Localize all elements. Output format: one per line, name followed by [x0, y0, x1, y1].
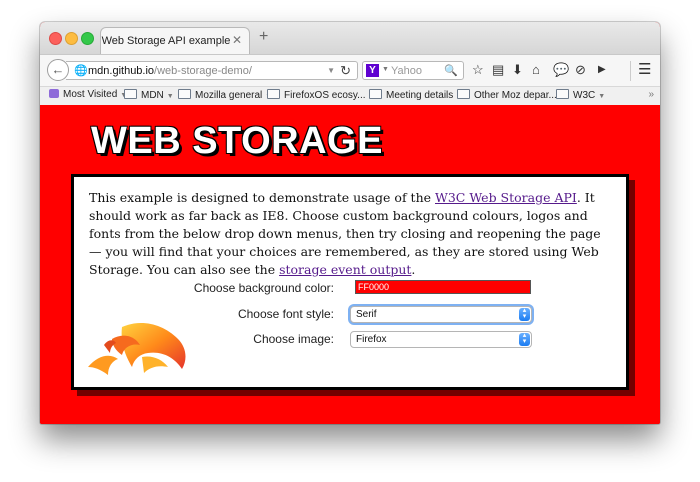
- bookmark-folder-other-moz[interactable]: Other Moz depar...▼: [457, 89, 567, 101]
- w3c-web-storage-link[interactable]: W3C Web Storage API: [435, 190, 577, 205]
- chevron-down-icon: ▼: [166, 93, 174, 100]
- bookmark-folder-meeting-details[interactable]: Meeting details▼: [369, 89, 463, 101]
- url-path: /web-storage-demo/: [154, 65, 252, 77]
- tab-active[interactable]: Web Storage API example ✕: [100, 27, 250, 54]
- content-panel: This example is designed to demonstrate …: [71, 174, 629, 390]
- url-history-dropdown-icon[interactable]: ▼: [327, 66, 335, 75]
- chevron-down-icon: ▼: [598, 93, 606, 100]
- bookmark-folder-w3c[interactable]: W3C ▼: [556, 89, 605, 101]
- search-magnifier-icon[interactable]: 🔍: [444, 64, 458, 77]
- font-style-select[interactable]: Serif ▴ ▾: [350, 306, 532, 323]
- new-tab-button[interactable]: +: [259, 28, 268, 46]
- tab-title: Web Storage API example: [101, 35, 231, 47]
- youtube-icon[interactable]: ▶: [598, 64, 606, 75]
- most-visited-icon: [49, 89, 59, 98]
- background-color-label: Choose background color:: [193, 281, 334, 295]
- tab-close-icon[interactable]: ✕: [232, 33, 242, 47]
- yahoo-search-engine-icon[interactable]: Y: [366, 64, 379, 77]
- no-script-icon[interactable]: ⊘: [575, 62, 586, 78]
- intro-paragraph: This example is designed to demonstrate …: [89, 190, 601, 277]
- select-arrows-icon: ▴ ▾: [519, 332, 530, 346]
- hamburger-menu-icon[interactable]: ☰: [638, 60, 651, 78]
- font-style-value: Serif: [356, 309, 377, 320]
- home-icon[interactable]: ⌂: [532, 62, 540, 77]
- url-host: mdn.github.io: [88, 65, 155, 77]
- bookmark-folder-firefoxos[interactable]: FirefoxOS ecosy...▼: [267, 89, 375, 101]
- folder-icon: [457, 89, 470, 99]
- background-color-input[interactable]: FF0000: [355, 280, 531, 294]
- window-minimize-button[interactable]: [65, 32, 78, 45]
- bookmark-folder-mdn[interactable]: MDN ▼: [124, 89, 174, 101]
- search-bar[interactable]: Y ▼ Yahoo 🔍: [362, 61, 464, 80]
- folder-icon: [178, 89, 191, 99]
- window-maximize-button[interactable]: [81, 32, 94, 45]
- image-value: Firefox: [356, 334, 387, 345]
- search-engine-dropdown-icon[interactable]: ▼: [382, 66, 389, 73]
- chat-icon[interactable]: 💬: [553, 62, 569, 78]
- bookmark-star-icon[interactable]: ☆: [472, 62, 484, 78]
- storage-event-output-link[interactable]: storage event output: [279, 262, 411, 277]
- folder-icon: [556, 89, 569, 99]
- bookmarks-toolbar: Most Visited▼ MDN▼ Mozilla general▼ Fire…: [40, 86, 660, 106]
- back-button[interactable]: ←: [47, 59, 69, 81]
- page-content: WEB STORAGE This example is designed to …: [40, 105, 660, 424]
- bookmark-most-visited[interactable]: Most Visited▼: [49, 89, 127, 100]
- image-select[interactable]: Firefox ▴ ▾: [350, 331, 532, 348]
- downloads-icon[interactable]: ⬇: [512, 62, 523, 78]
- site-identity-icon[interactable]: 🌐: [74, 64, 88, 77]
- tab-strip: Web Storage API example ✕ +: [40, 22, 660, 54]
- browser-window: Web Storage API example ✕ + 🌐 mdn.github…: [40, 22, 660, 424]
- url-bar[interactable]: 🌐 mdn.github.io/web-storage-demo/ ▼ ↻: [66, 61, 358, 80]
- select-arrows-icon: ▴ ▾: [519, 307, 530, 321]
- bookmarks-overflow-icon[interactable]: »: [648, 89, 654, 100]
- bookmark-folder-mozilla-general[interactable]: Mozilla general▼: [178, 89, 272, 101]
- reload-icon[interactable]: ↻: [340, 63, 351, 79]
- toolbar-separator: [630, 61, 631, 81]
- navigation-toolbar: 🌐 mdn.github.io/web-storage-demo/ ▼ ↻ ← …: [40, 54, 660, 87]
- window-close-button[interactable]: [49, 32, 62, 45]
- folder-icon: [124, 89, 137, 99]
- firefox-logo-image: [88, 323, 186, 375]
- bookmarks-menu-icon[interactable]: ▤: [492, 62, 504, 78]
- folder-icon: [369, 89, 382, 99]
- page-title: WEB STORAGE: [91, 120, 383, 162]
- url-text: mdn.github.io/web-storage-demo/: [88, 65, 252, 77]
- back-arrow-icon: ←: [51, 62, 65, 77]
- search-input[interactable]: Yahoo: [391, 65, 422, 77]
- folder-icon: [267, 89, 280, 99]
